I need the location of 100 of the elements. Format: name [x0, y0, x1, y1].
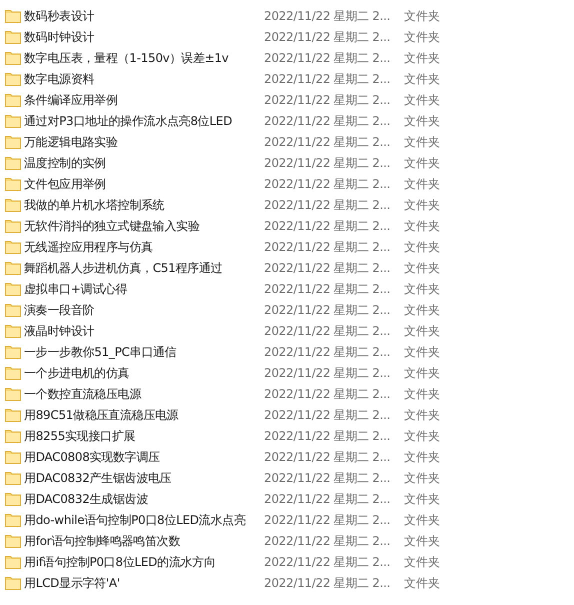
- folder-icon: [5, 366, 21, 380]
- file-type: 文件夹: [404, 238, 440, 256]
- folder-icon: [5, 302, 21, 316]
- file-type: 文件夹: [404, 92, 440, 108]
- file-type: 文件夹: [404, 260, 440, 276]
- file-name[interactable]: 我做的单片机水塔控制系统: [24, 196, 164, 214]
- file-type: 文件夹: [404, 532, 440, 550]
- folder-icon: [5, 534, 21, 548]
- folder-icon: [5, 50, 21, 64]
- file-name[interactable]: 液晶时钟设计: [24, 322, 94, 340]
- date-modified: 2022/11/22 星期二 2...: [263, 512, 392, 528]
- file-name[interactable]: 文件包应用举例: [24, 174, 106, 192]
- folder-icon: [5, 134, 21, 148]
- file-name[interactable]: 演奏一段音阶: [24, 300, 94, 318]
- date-modified: 2022/11/22 星期二 2...: [263, 50, 392, 66]
- file-type: 文件夹: [404, 406, 440, 424]
- file-name[interactable]: 无线遥控应用程序与仿真: [24, 238, 153, 256]
- folder-icon: [5, 30, 21, 44]
- date-modified: 2022/11/22 星期二 2...: [263, 176, 392, 192]
- file-name[interactable]: 一步一步教你51_PC串口通信: [24, 342, 176, 360]
- file-name[interactable]: 条件编译应用举例: [24, 90, 118, 108]
- file-name[interactable]: 一个数控直流稳压电源: [24, 384, 142, 402]
- folder-icon: [5, 198, 21, 212]
- file-name[interactable]: 万能逻辑电路实验: [24, 132, 118, 150]
- date-modified: 2022/11/22 星期二 2...: [263, 470, 392, 486]
- folder-icon: [5, 386, 21, 400]
- date-modified: 2022/11/22 星期二 2...: [263, 260, 392, 276]
- date-modified: 2022/11/22 星期二 2...: [263, 280, 392, 298]
- file-name[interactable]: 通过对P3口地址的操作流水点亮8位LED: [24, 112, 232, 130]
- folder-icon: [5, 554, 21, 568]
- file-type: 文件夹: [404, 386, 440, 402]
- file-name[interactable]: 用for语句控制蜂鸣器鸣笛次数: [24, 532, 180, 550]
- folder-icon: [5, 8, 21, 22]
- date-modified: 2022/11/22 星期二 2...: [263, 196, 392, 214]
- date-modified: 2022/11/22 星期二 2...: [263, 218, 392, 234]
- file-name[interactable]: 用8255实现接口扩展: [24, 426, 136, 444]
- file-type: 文件夹: [404, 448, 440, 466]
- folder-icon: [5, 156, 21, 170]
- file-type: 文件夹: [404, 302, 440, 318]
- date-modified: 2022/11/22 星期二 2...: [263, 344, 392, 360]
- date-modified: 2022/11/22 星期二 2...: [263, 386, 392, 402]
- file-type: 文件夹: [404, 154, 440, 172]
- date-modified: 2022/11/22 星期二 2...: [263, 532, 392, 550]
- date-modified: 2022/11/22 星期二 2...: [263, 574, 392, 592]
- file-name[interactable]: 数码时钟设计: [24, 28, 94, 46]
- folder-icon: [5, 240, 21, 254]
- file-type: 文件夹: [404, 218, 440, 234]
- file-name[interactable]: 一个步进电机的仿真: [24, 364, 130, 382]
- file-name[interactable]: 数码秒表设计: [24, 6, 94, 24]
- folder-icon: [5, 428, 21, 442]
- file-name[interactable]: 舞蹈机器人步进机仿真，C51程序通过: [24, 258, 222, 276]
- folder-icon: [5, 72, 21, 86]
- folder-icon: [5, 512, 21, 526]
- file-type: 文件夹: [404, 490, 440, 508]
- date-modified: 2022/11/22 星期二 2...: [263, 92, 392, 108]
- folder-icon: [5, 176, 21, 190]
- folder-icon: [5, 576, 21, 590]
- file-type: 文件夹: [404, 344, 440, 360]
- folder-icon: [5, 470, 21, 484]
- date-modified: 2022/11/22 星期二 2...: [263, 322, 392, 340]
- file-name[interactable]: 虚拟串口+调试心得: [24, 280, 128, 298]
- file-name[interactable]: 温度控制的实例: [24, 154, 106, 172]
- date-modified: 2022/11/22 星期二 2...: [263, 490, 392, 508]
- folder-icon: [5, 114, 21, 128]
- file-type: 文件夹: [404, 322, 440, 340]
- date-modified: 2022/11/22 星期二 2...: [263, 112, 392, 130]
- file-name[interactable]: 用89C51做稳压直流稳压电源: [24, 406, 178, 424]
- folder-icon: [5, 344, 21, 358]
- date-modified: 2022/11/22 星期二 2...: [263, 238, 392, 256]
- file-type: 文件夹: [404, 512, 440, 528]
- file-type: 文件夹: [404, 50, 440, 66]
- date-modified: 2022/11/22 星期二 2...: [263, 302, 392, 318]
- file-type: 文件夹: [404, 134, 440, 150]
- file-name[interactable]: 用DAC0808实现数字调压: [24, 448, 160, 466]
- file-name[interactable]: 数字电压表，量程（1-150v）误差±1v: [24, 48, 228, 66]
- file-name[interactable]: 数字电源资料: [24, 70, 94, 88]
- file-type: 文件夹: [404, 364, 440, 382]
- folder-icon: [5, 492, 21, 506]
- file-type: 文件夹: [404, 574, 440, 592]
- file-type: 文件夹: [404, 70, 440, 88]
- file-type: 文件夹: [404, 8, 440, 24]
- file-name[interactable]: 用do-while语句控制P0口8位LED流水点亮: [24, 510, 246, 528]
- folder-icon: [5, 282, 21, 296]
- file-type: 文件夹: [404, 176, 440, 192]
- file-type: 文件夹: [404, 28, 440, 46]
- file-name[interactable]: 用if语句控制P0口8位LED的流水方向: [24, 552, 216, 570]
- date-modified: 2022/11/22 星期二 2...: [263, 154, 392, 172]
- date-modified: 2022/11/22 星期二 2...: [263, 554, 392, 570]
- file-name[interactable]: 无软件消抖的独立式键盘输入实验: [24, 216, 200, 234]
- file-name[interactable]: 用LCD显示字符'A': [24, 574, 120, 592]
- date-modified: 2022/11/22 星期二 2...: [263, 134, 392, 150]
- date-modified: 2022/11/22 星期二 2...: [263, 364, 392, 382]
- date-modified: 2022/11/22 星期二 2...: [263, 8, 392, 24]
- folder-icon: [5, 408, 21, 422]
- file-name[interactable]: 用DAC0832生成锯齿波: [24, 490, 148, 508]
- file-name[interactable]: 用DAC0832产生锯齿波电压: [24, 468, 172, 486]
- date-modified: 2022/11/22 星期二 2...: [263, 70, 392, 88]
- folder-icon: [5, 92, 21, 106]
- folder-icon: [5, 450, 21, 464]
- file-type: 文件夹: [404, 112, 440, 130]
